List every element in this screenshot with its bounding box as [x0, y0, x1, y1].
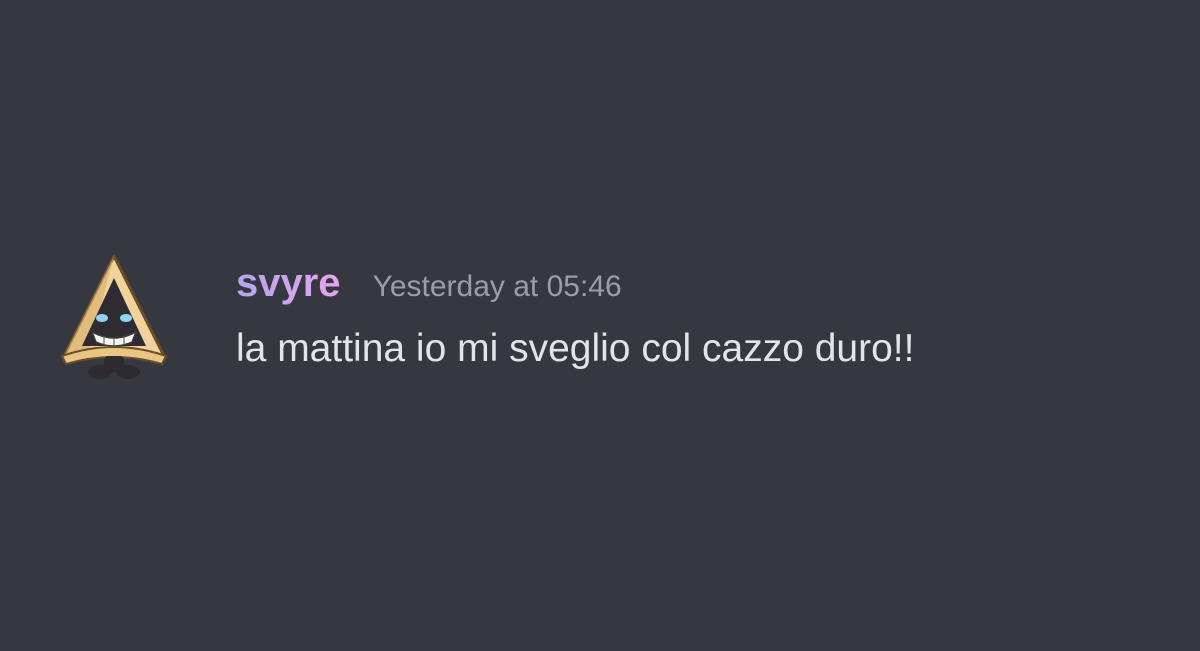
username[interactable]: svyre	[236, 260, 341, 306]
timestamp[interactable]: Yesterday at 05:46	[373, 264, 622, 310]
message-text: la mattina io mi sveglio col cazzo duro!…	[236, 327, 915, 370]
snorunt-avatar-icon[interactable]	[58, 252, 174, 384]
avatar-image	[60, 254, 168, 379]
chat-viewport: svyre Yesterday at 05:46 la mattina io m…	[0, 0, 1200, 651]
chat-message[interactable]: svyre Yesterday at 05:46 la mattina io m…	[58, 250, 1158, 390]
message-header: svyre Yesterday at 05:46	[236, 260, 1158, 306]
message-content: svyre Yesterday at 05:46 la mattina io m…	[236, 260, 1158, 374]
